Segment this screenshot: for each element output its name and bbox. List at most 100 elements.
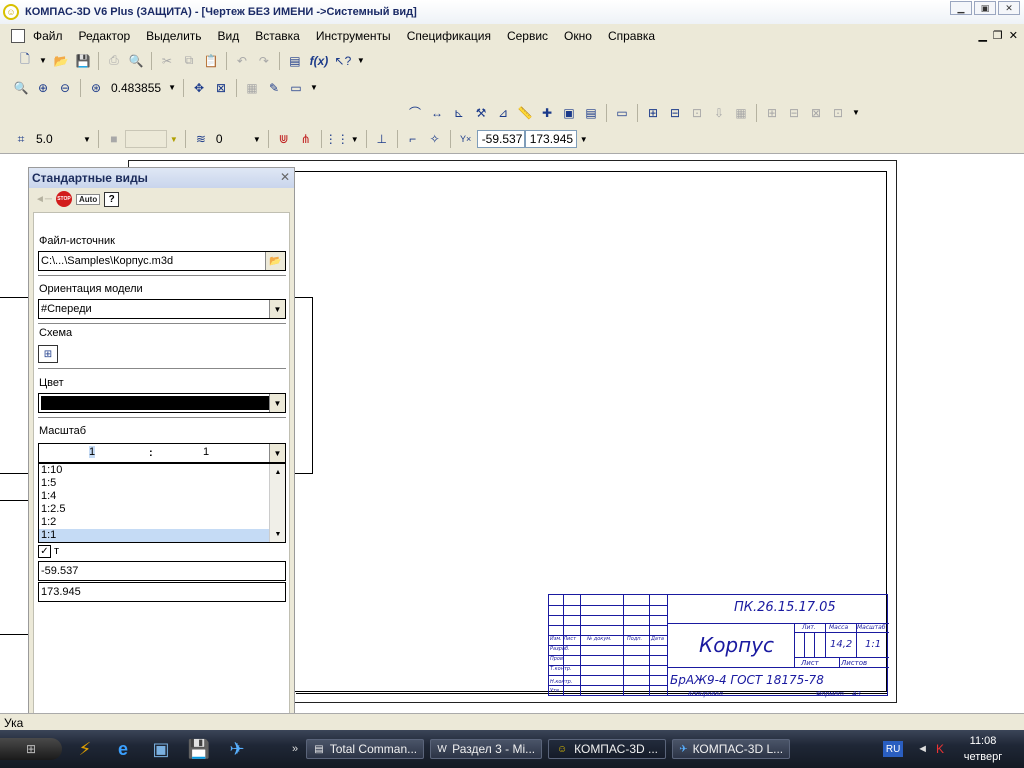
function-icon[interactable]: f(x) [308, 52, 330, 70]
display-dropdown-icon[interactable]: ▼ [310, 83, 318, 92]
scale-option[interactable]: 1:4 [39, 490, 285, 503]
layer-icon[interactable]: ≋ [192, 130, 210, 148]
y-field[interactable]: 173.945 [38, 582, 286, 602]
scale-list[interactable]: 1:10 1:5 1:4 1:2.5 1:2 1:1 ▲ ▼ [38, 463, 286, 543]
x-field[interactable]: -59.537 [38, 561, 286, 581]
zoom-scale-icon[interactable]: ⊛ [87, 79, 105, 97]
kaspersky-icon[interactable]: K [936, 742, 944, 756]
menu-select[interactable]: Выделить [138, 29, 209, 43]
manager-icon[interactable]: ▤ [286, 52, 304, 70]
context-help-icon[interactable]: ↖? [334, 52, 352, 70]
local-cs-icon[interactable]: ⊥ [373, 130, 391, 148]
task-word[interactable]: W Раздел 3 - Mi... [430, 739, 543, 759]
new-file-icon[interactable]: 🗋 [16, 52, 34, 70]
snap-icon[interactable]: ⋓ [275, 130, 293, 148]
undo-icon[interactable]: ↶ [233, 52, 251, 70]
geometry-icon[interactable]: ⌒ [406, 104, 424, 122]
scroll-up-icon[interactable]: ▲ [270, 466, 286, 478]
zoom-value[interactable]: 0.483855 [111, 81, 161, 95]
clock[interactable]: 11:08 четверг [948, 733, 1018, 765]
quicklaunch-chevron-icon[interactable]: » [292, 743, 298, 755]
view-checkbox[interactable]: ✓ [38, 545, 51, 558]
spec-icon[interactable]: ▤ [582, 104, 600, 122]
parametric-icon[interactable]: ⊿ [494, 104, 512, 122]
x-coord-field[interactable]: -59.537 [476, 130, 525, 148]
menu-edit[interactable]: Редактор [71, 29, 139, 43]
save-icon[interactable]: 💾 [74, 52, 92, 70]
standard-views-icon[interactable]: ⊞ [644, 104, 662, 122]
refresh-icon[interactable]: ▦ [243, 79, 261, 97]
mdi-minimize-icon[interactable]: ▁ [978, 29, 986, 42]
view-field[interactable] [124, 130, 167, 148]
scale-option[interactable]: 1:2 [39, 516, 285, 529]
round-icon[interactable]: ✧ [426, 130, 444, 148]
step-icon[interactable]: ⌗ [12, 130, 30, 148]
views-dropdown-icon[interactable]: ▼ [852, 108, 860, 117]
menu-file[interactable]: Файл [25, 29, 71, 43]
panel-header[interactable]: Стандартные виды ✕ [29, 168, 294, 188]
source-file-field[interactable]: C:\...\Samples\Корпус.m3d 📂 [38, 251, 286, 271]
zoom-out-icon[interactable]: ⊖ [56, 79, 74, 97]
start-button[interactable]: ⊞ [0, 738, 62, 760]
scale-right-value[interactable]: 1 [203, 446, 209, 458]
color-select[interactable]: ▼ [38, 393, 286, 413]
language-indicator[interactable]: RU [883, 741, 904, 757]
task-kompas-lt[interactable]: ✈ КОМПАС-3D L... [672, 739, 791, 759]
scroll-down-icon[interactable]: ▼ [270, 528, 286, 540]
section-view-icon[interactable]: ⇩ [710, 104, 728, 122]
redraw-icon[interactable]: ✎ [265, 79, 283, 97]
auto-icon[interactable]: Auto [75, 193, 101, 205]
browse-folder-icon[interactable]: 📂 [265, 252, 285, 270]
help-icon[interactable]: ? [104, 191, 120, 207]
local-view-icon[interactable]: ⊟ [785, 104, 803, 122]
menu-view[interactable]: Вид [210, 29, 248, 43]
mdi-close-icon[interactable]: ✕ [1009, 29, 1018, 42]
document-icon[interactable] [11, 29, 25, 43]
menu-specification[interactable]: Спецификация [399, 29, 499, 43]
preview-icon[interactable]: 🔍 [127, 52, 145, 70]
orientation-select[interactable]: #Спереди ▼ [38, 299, 286, 319]
menu-service[interactable]: Сервис [499, 29, 556, 43]
menu-tools[interactable]: Инструменты [308, 29, 399, 43]
task-total-commander[interactable]: ▤ Total Comman... [306, 739, 425, 759]
close-button[interactable]: ✕ [998, 1, 1020, 15]
scale-option[interactable]: 1:5 [39, 477, 285, 490]
projection-view-icon[interactable]: ⊟ [666, 104, 684, 122]
scale-option[interactable]: 1:10 [39, 464, 285, 477]
menu-help[interactable]: Справка [600, 29, 663, 43]
new-dropdown-icon[interactable]: ▼ [39, 56, 47, 65]
stop-icon[interactable]: STOP [55, 191, 72, 207]
help-dropdown-icon[interactable]: ▼ [357, 56, 365, 65]
associative-icon[interactable]: ▣ [560, 104, 578, 122]
open-folder-icon[interactable]: 📂 [52, 52, 70, 70]
print-icon[interactable]: ⎙ [105, 52, 123, 70]
scale-left-value[interactable]: 1 [89, 446, 96, 458]
winamp-icon[interactable]: ⚡ [70, 734, 100, 764]
back-arrow-icon[interactable]: ◄─ [35, 194, 52, 205]
view-state-icon[interactable]: ■ [105, 130, 123, 148]
panel-close-icon[interactable]: ✕ [280, 170, 290, 184]
mdi-restore-icon[interactable]: ❐ [993, 29, 1003, 42]
show-all-icon[interactable]: ⊠ [212, 79, 230, 97]
step-dropdown-icon[interactable]: ▼ [83, 135, 91, 144]
cut-icon[interactable]: ✂ [158, 52, 176, 70]
zoom-in-icon[interactable]: ⊕ [34, 79, 52, 97]
menu-insert[interactable]: Вставка [247, 29, 308, 43]
color-dropdown-icon[interactable]: ▼ [269, 394, 285, 412]
ortho-icon[interactable]: ⌐ [404, 130, 422, 148]
step-value[interactable]: 5.0 [36, 132, 76, 146]
zoom-window-icon[interactable]: 🔍 [12, 79, 30, 97]
maximize-button[interactable]: ▣ [974, 1, 996, 15]
detail-view-icon[interactable]: ▦ [732, 104, 750, 122]
redo-icon[interactable]: ↷ [255, 52, 273, 70]
arrow-view-icon[interactable]: ⊡ [688, 104, 706, 122]
ie-icon[interactable]: e [108, 734, 138, 764]
symbol-icon[interactable]: ⊾ [450, 104, 468, 122]
menu-window[interactable]: Окно [556, 29, 600, 43]
orientation-dropdown-icon[interactable]: ▼ [269, 300, 285, 318]
scale-dropdown-icon[interactable]: ▼ [269, 444, 285, 462]
coords-dropdown-icon[interactable]: ▼ [580, 135, 588, 144]
layer-value[interactable]: 0 [216, 132, 246, 146]
scale-combo[interactable]: 1 : 1 ▼ [38, 443, 286, 463]
dimension-icon[interactable]: ↔ [428, 104, 446, 122]
